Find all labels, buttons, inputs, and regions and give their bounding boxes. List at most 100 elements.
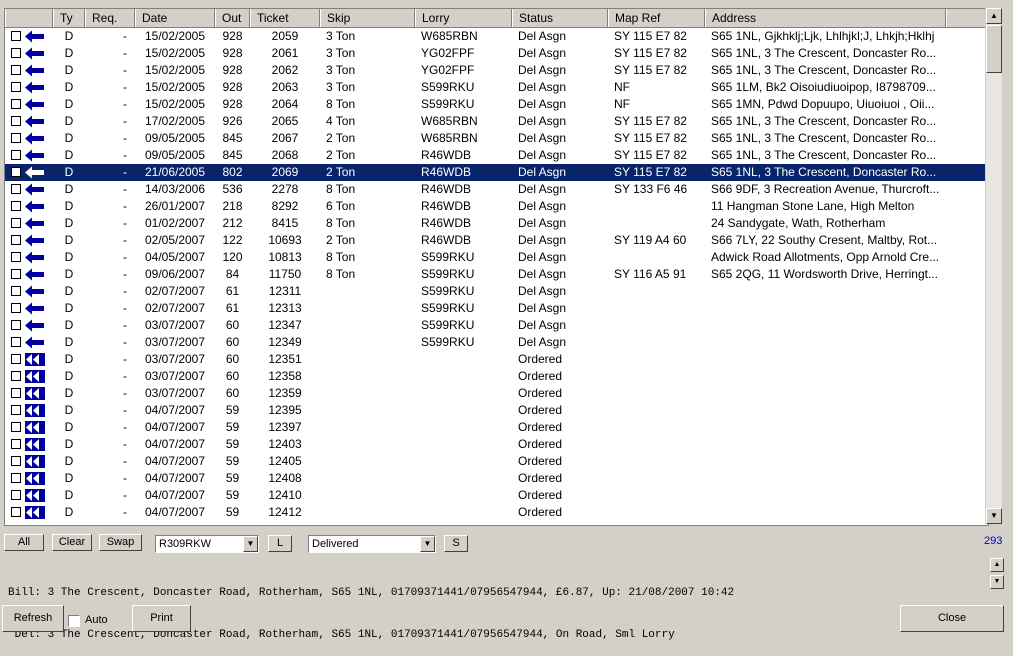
col-header-ticket[interactable]: Ticket [250, 9, 320, 27]
row-checkbox[interactable] [11, 354, 21, 364]
row-checkbox[interactable] [11, 303, 21, 313]
clear-button[interactable]: Clear [52, 534, 92, 551]
row-select-cell[interactable] [5, 164, 53, 181]
col-header-mapref[interactable]: Map Ref [608, 9, 705, 27]
arrow-left-icon[interactable] [25, 30, 45, 43]
row-select-cell[interactable] [5, 300, 53, 317]
arrow-left-icon[interactable] [25, 285, 45, 298]
table-row[interactable]: D - 04/07/2007 59 12410 Ordered [5, 487, 988, 504]
row-select-cell[interactable] [5, 147, 53, 164]
row-checkbox[interactable] [11, 65, 21, 75]
row-select-cell[interactable] [5, 28, 53, 45]
arrow-left-icon[interactable] [25, 47, 45, 60]
row-checkbox[interactable] [11, 235, 21, 245]
arrow-left-icon[interactable] [25, 251, 45, 264]
scroll-thumb[interactable] [986, 25, 1002, 73]
table-row[interactable]: D - 15/02/2005 928 2059 3 Ton W685RBN Del Asgn S… [5, 28, 988, 45]
arrow-left-icon[interactable] [25, 183, 45, 196]
double-arrow-left-icon[interactable] [25, 472, 45, 485]
row-select-cell[interactable] [5, 45, 53, 62]
arrow-left-icon[interactable] [25, 166, 45, 179]
row-select-cell[interactable] [5, 368, 53, 385]
table-row[interactable]: D - 04/07/2007 59 12397 Ordered [5, 419, 988, 436]
row-checkbox[interactable] [11, 31, 21, 41]
double-arrow-left-icon[interactable] [25, 455, 45, 468]
auto-checkbox[interactable] [68, 615, 80, 627]
arrow-left-icon[interactable] [25, 319, 45, 332]
table-row[interactable]: D - 09/05/2005 845 2068 2 Ton R46WDB Del Asgn SY… [5, 147, 988, 164]
table-row[interactable]: D - 15/02/2005 928 2064 8 Ton S599RKU Del Asgn N… [5, 96, 988, 113]
row-select-cell[interactable] [5, 487, 53, 504]
double-arrow-left-icon[interactable] [25, 387, 45, 400]
row-select-cell[interactable] [5, 249, 53, 266]
table-row[interactable]: D - 03/07/2007 60 12351 Ordered [5, 351, 988, 368]
refresh-button[interactable]: Refresh [2, 605, 64, 632]
chevron-down-icon[interactable]: ▼ [243, 536, 258, 552]
arrow-left-icon[interactable] [25, 149, 45, 162]
arrow-left-icon[interactable] [25, 268, 45, 281]
scroll-up-icon[interactable]: ▲ [986, 8, 1002, 24]
row-select-cell[interactable] [5, 232, 53, 249]
row-select-cell[interactable] [5, 351, 53, 368]
l-button[interactable]: L [268, 535, 292, 552]
row-checkbox[interactable] [11, 184, 21, 194]
col-header-ty[interactable]: Ty [53, 9, 85, 27]
arrow-left-icon[interactable] [25, 115, 45, 128]
table-row[interactable]: D - 15/02/2005 928 2063 3 Ton S599RKU Del Asgn N… [5, 79, 988, 96]
lorry-select[interactable]: R309RKW ▼ [155, 535, 259, 553]
double-arrow-left-icon[interactable] [25, 438, 45, 451]
row-checkbox[interactable] [11, 99, 21, 109]
col-header-date[interactable]: Date [135, 9, 215, 27]
arrow-left-icon[interactable] [25, 98, 45, 111]
arrow-left-icon[interactable] [25, 81, 45, 94]
table-row[interactable]: D - 09/05/2005 845 2067 2 Ton W685RBN Del Asgn S… [5, 130, 988, 147]
double-arrow-left-icon[interactable] [25, 421, 45, 434]
table-row[interactable]: D - 04/07/2007 59 12412 Ordered [5, 504, 988, 521]
row-select-cell[interactable] [5, 181, 53, 198]
row-select-cell[interactable] [5, 470, 53, 487]
row-select-cell[interactable] [5, 62, 53, 79]
arrow-left-icon[interactable] [25, 64, 45, 77]
row-checkbox[interactable] [11, 48, 21, 58]
row-checkbox[interactable] [11, 201, 21, 211]
row-select-cell[interactable] [5, 334, 53, 351]
row-checkbox[interactable] [11, 269, 21, 279]
row-select-cell[interactable] [5, 266, 53, 283]
status-select[interactable]: Delivered ▼ [308, 535, 436, 553]
row-checkbox[interactable] [11, 320, 21, 330]
jobs-grid[interactable]: Ty Req. Date Out Ticket Skip Lorry Statu… [4, 8, 989, 526]
row-checkbox[interactable] [11, 473, 21, 483]
col-header-status[interactable]: Status [512, 9, 608, 27]
double-arrow-left-icon[interactable] [25, 489, 45, 502]
print-button[interactable]: Print [132, 605, 191, 632]
row-checkbox[interactable] [11, 286, 21, 296]
row-select-cell[interactable] [5, 130, 53, 147]
close-button[interactable]: Close [900, 605, 1004, 632]
row-select-cell[interactable] [5, 436, 53, 453]
table-row[interactable]: D - 01/02/2007 212 8415 8 Ton R46WDB Del Asgn 24… [5, 215, 988, 232]
row-select-cell[interactable] [5, 283, 53, 300]
row-checkbox[interactable] [11, 337, 21, 347]
table-row[interactable]: D - 04/07/2007 59 12405 Ordered [5, 453, 988, 470]
row-select-cell[interactable] [5, 215, 53, 232]
s-button[interactable]: S [444, 535, 468, 552]
row-checkbox[interactable] [11, 388, 21, 398]
all-button[interactable]: All [4, 534, 44, 551]
arrow-left-icon[interactable] [25, 132, 45, 145]
info-scroll-up-icon[interactable]: ▲ [990, 558, 1004, 572]
col-header-lorry[interactable]: Lorry [415, 9, 512, 27]
arrow-left-icon[interactable] [25, 336, 45, 349]
double-arrow-left-icon[interactable] [25, 506, 45, 519]
col-header-select[interactable] [5, 9, 53, 27]
row-select-cell[interactable] [5, 402, 53, 419]
row-checkbox[interactable] [11, 252, 21, 262]
table-row[interactable]: D - 17/02/2005 926 2065 4 Ton W685RBN Del Asgn S… [5, 113, 988, 130]
swap-button[interactable]: Swap [99, 534, 142, 551]
table-row[interactable]: D - 26/01/2007 218 8292 6 Ton R46WDB Del Asgn 11… [5, 198, 988, 215]
col-header-req[interactable]: Req. [85, 9, 135, 27]
row-select-cell[interactable] [5, 79, 53, 96]
table-row[interactable]: D - 03/07/2007 60 12349 S599RKU Del Asgn [5, 334, 988, 351]
table-row[interactable]: D - 15/02/2005 928 2061 3 Ton YG02FPF Del Asgn S… [5, 45, 988, 62]
row-select-cell[interactable] [5, 385, 53, 402]
row-select-cell[interactable] [5, 419, 53, 436]
